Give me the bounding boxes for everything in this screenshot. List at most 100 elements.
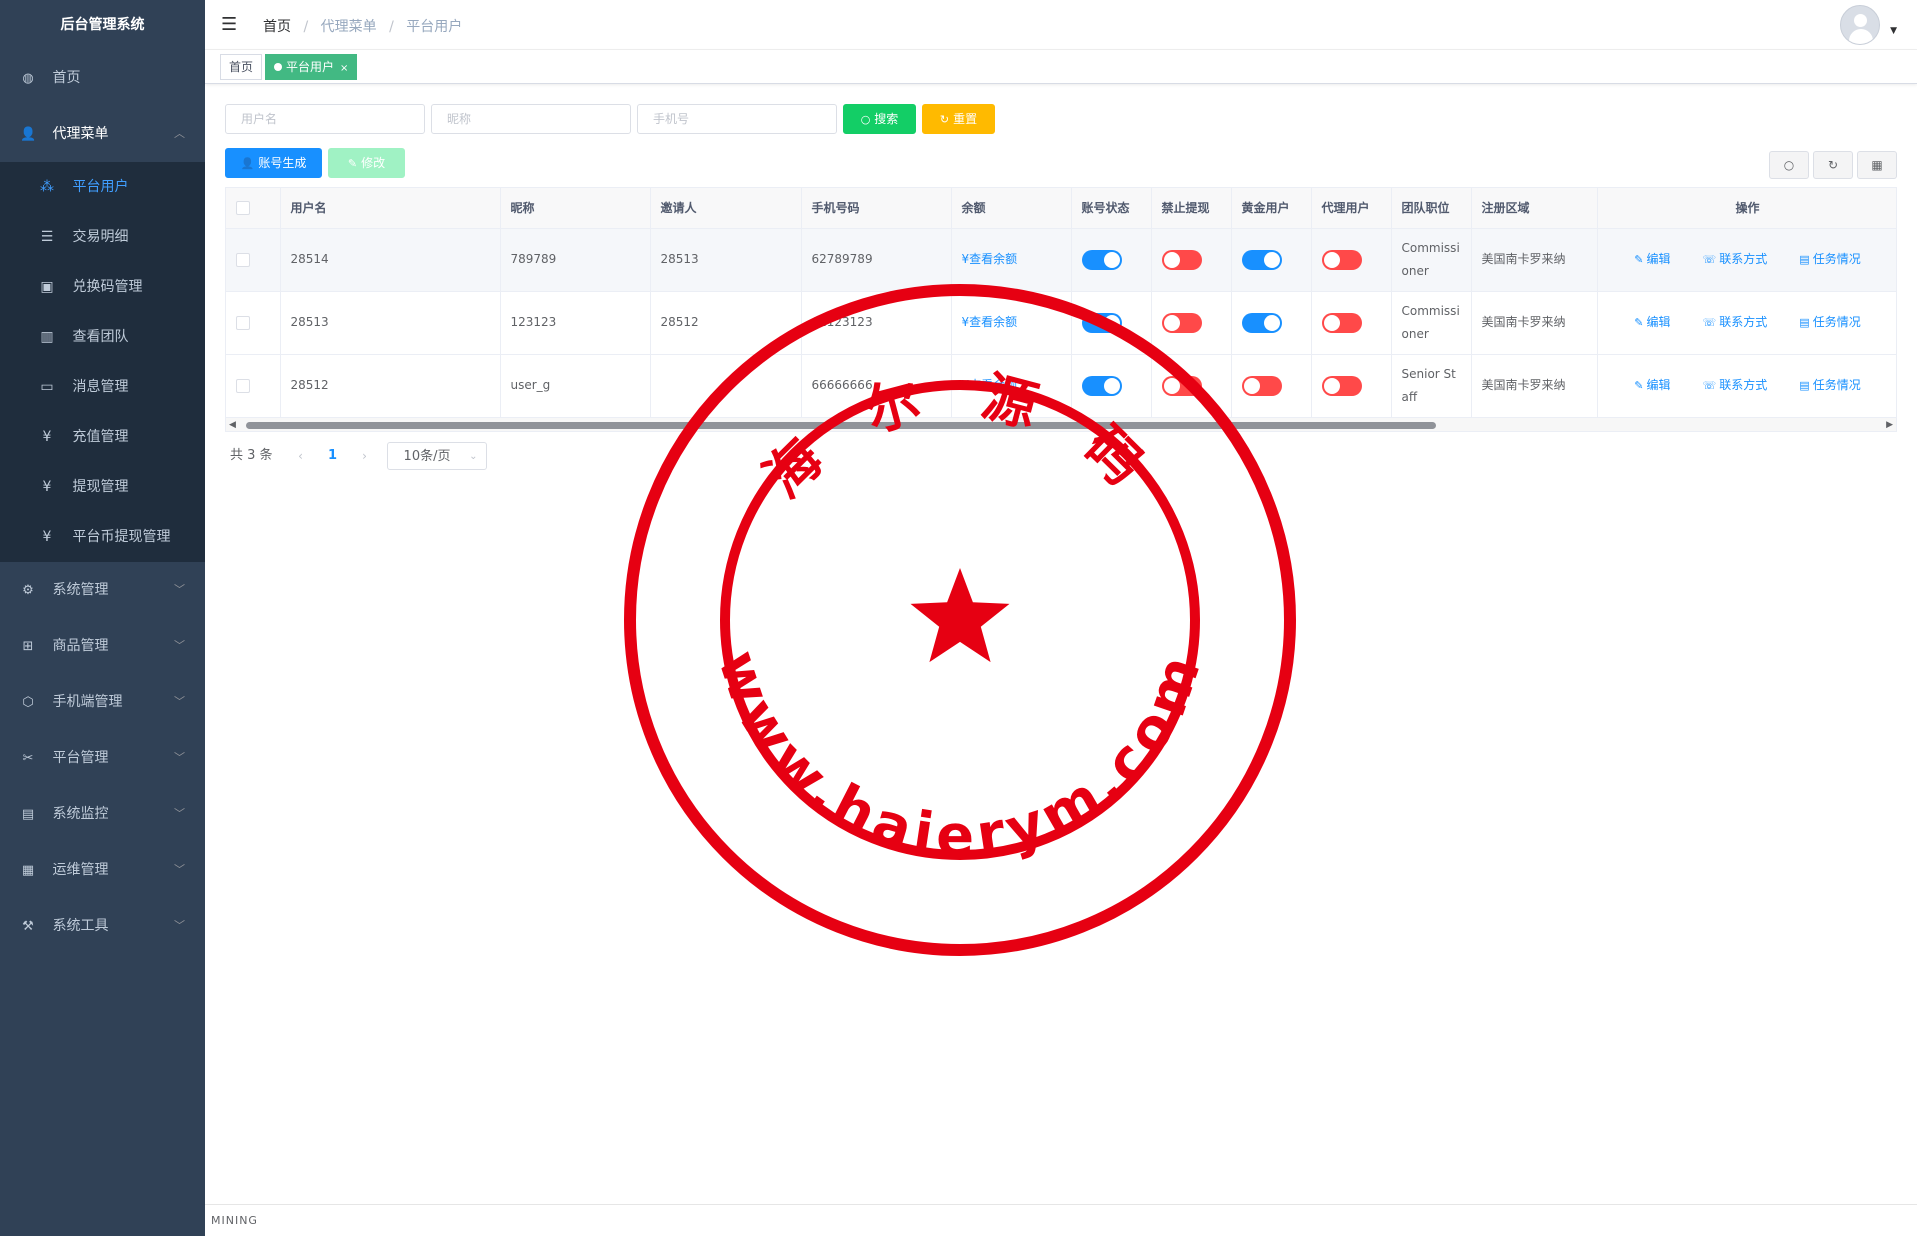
task-link[interactable]: ▤ 任务情况 [1799, 252, 1860, 266]
toggle-knob [1323, 251, 1340, 268]
edit-link-label: 编辑 [1646, 315, 1671, 329]
gold-user-toggle[interactable] [1241, 375, 1282, 396]
account-status-toggle[interactable] [1081, 312, 1122, 333]
contact-link[interactable]: ☏ 联系方式 [1703, 252, 1768, 266]
agent-user-toggle[interactable] [1321, 375, 1362, 396]
view-balance-link[interactable]: ¥查看余额 [962, 252, 1018, 266]
search-button[interactable]: ○ 搜索 [843, 104, 916, 134]
column-header: 黄金用户 [1231, 188, 1312, 229]
search-icon: ○ [860, 113, 871, 126]
tag-current[interactable]: 平台用户 × [265, 54, 358, 80]
refresh-button[interactable]: ↻ [1813, 151, 1853, 179]
clipboard-icon: ▤ [1799, 316, 1810, 329]
sidebar-item-redeem-codes[interactable]: ▣ 兑换码管理 [0, 262, 205, 312]
close-icon[interactable]: × [340, 63, 348, 74]
reset-button[interactable]: ↻ 重置 [922, 104, 995, 134]
toggle-search-button[interactable]: ○ [1769, 151, 1809, 179]
table-row[interactable]: 28513 123123 28512 62123123 ¥查看余额 Commis… [226, 291, 1896, 355]
agent-user-toggle[interactable] [1321, 312, 1362, 333]
generate-account-button[interactable]: 👤 账号生成 [225, 148, 322, 178]
tags-view: 首页 平台用户 × [205, 50, 1917, 84]
edit-link[interactable]: ✎ 编辑 [1634, 315, 1670, 329]
inviter-cell [650, 354, 802, 418]
task-link[interactable]: ▤ 任务情况 [1799, 315, 1860, 329]
contact-link[interactable]: ☏ 联系方式 [1703, 315, 1768, 329]
withdraw-ban-cell [1151, 228, 1232, 292]
caret-down-icon[interactable]: ▼ [1890, 26, 1897, 36]
withdraw-ban-toggle[interactable] [1161, 249, 1202, 270]
toggle-knob [1103, 251, 1120, 268]
edit-link-label: 编辑 [1646, 378, 1671, 392]
breadcrumb-separator: / [303, 19, 309, 35]
edit-button[interactable]: ✎ 修改 [328, 148, 405, 178]
page-size-select[interactable]: 10条/页 ⌄ [386, 441, 487, 470]
column-header: 邀请人 [650, 188, 802, 229]
contact-link[interactable]: ☏ 联系方式 [1703, 378, 1768, 392]
sidebar-item-products[interactable]: ⊞ 商品管理 ﹀ [0, 618, 205, 674]
operations-cell: ✎ 编辑 ☏ 联系方式 ▤ 任务情况 [1597, 228, 1896, 292]
sidebar-item-home[interactable]: ◍ 首页 [0, 50, 205, 106]
select-all-checkbox[interactable] [236, 201, 250, 215]
breadcrumb-item-home[interactable]: 首页 [263, 19, 291, 35]
table-row[interactable]: 28514 789789 28513 62789789 ¥查看余额 Commis… [226, 228, 1896, 292]
scroll-left-icon[interactable]: ◀ [229, 418, 236, 432]
view-balance-link[interactable]: ¥查看余额 [962, 378, 1018, 392]
edit-link[interactable]: ✎ 编辑 [1634, 252, 1670, 266]
sidebar-item-coin-withdraw[interactable]: ¥ 平台币提现管理 [0, 512, 205, 562]
sidebar-item-messages[interactable]: ▭ 消息管理 [0, 362, 205, 412]
row-checkbox[interactable] [236, 378, 250, 393]
sidebar-item-platform-users[interactable]: ⁂ 平台用户 [0, 162, 205, 212]
scrollbar-thumb[interactable] [246, 421, 1436, 429]
view-balance-link[interactable]: ¥查看余额 [962, 315, 1018, 329]
toggle-knob [1103, 377, 1120, 394]
monitor-icon: ▤ [21, 807, 35, 822]
sidebar-item-platform[interactable]: ✂ 平台管理 ﹀ [0, 730, 205, 786]
sidebar-item-tools[interactable]: ⚒ 系统工具 ﹀ [0, 898, 205, 954]
sidebar-item-monitor[interactable]: ▤ 系统监控 ﹀ [0, 786, 205, 842]
task-link[interactable]: ▤ 任务情况 [1799, 378, 1860, 392]
active-dot-icon [274, 63, 283, 71]
column-header: 注册区域 [1471, 188, 1598, 229]
scroll-right-icon[interactable]: ▶ [1886, 418, 1893, 432]
columns-button[interactable]: ▦ [1857, 151, 1897, 179]
withdraw-ban-cell [1151, 354, 1232, 418]
sidebar-item-transactions[interactable]: ☰ 交易明细 [0, 212, 205, 262]
hamburger-icon[interactable]: ☰ [221, 14, 237, 35]
withdraw-ban-toggle[interactable] [1161, 312, 1202, 333]
nickname-input[interactable]: 昵称 [431, 104, 631, 134]
row-select-cell [226, 291, 281, 355]
app-title: 后台管理系统 [60, 17, 145, 33]
row-checkbox[interactable] [236, 252, 250, 267]
tag-label: 平台用户 [286, 60, 335, 74]
region-cell: 美国南卡罗来纳 [1471, 291, 1598, 355]
next-page-button[interactable]: › [353, 442, 377, 470]
prev-page-button[interactable]: ‹ [289, 442, 313, 470]
account-status-toggle[interactable] [1081, 249, 1122, 270]
sidebar-item-recharge[interactable]: ¥ 充值管理 [0, 412, 205, 462]
sidebar-item-label: 商品管理 [52, 638, 109, 654]
sidebar-item-mobile[interactable]: ⬡ 手机端管理 ﹀ [0, 674, 205, 730]
sidebar-item-withdraw[interactable]: ¥ 提现管理 [0, 462, 205, 512]
sidebar-item-system[interactable]: ⚙ 系统管理 ﹀ [0, 562, 205, 618]
gold-user-toggle[interactable] [1241, 312, 1282, 333]
page-number[interactable]: 1 [313, 442, 353, 470]
sidebar-item-ops[interactable]: ▦ 运维管理 ﹀ [0, 842, 205, 898]
agent-user-toggle[interactable] [1321, 249, 1362, 270]
username-input[interactable]: 用户名 [225, 104, 425, 134]
withdraw-ban-toggle[interactable] [1161, 375, 1202, 396]
gold-user-toggle[interactable] [1241, 249, 1282, 270]
sidebar-item-team[interactable]: ▥ 查看团队 [0, 312, 205, 362]
row-checkbox[interactable] [236, 315, 250, 330]
phone-input[interactable]: 手机号 [637, 104, 837, 134]
chevron-down-icon: ﹀ [174, 695, 185, 708]
tag-home[interactable]: 首页 [220, 54, 263, 80]
row-select-cell [226, 354, 281, 418]
toggle-knob [1243, 377, 1260, 394]
sidebar-item-agent-menu[interactable]: 👤 代理菜单 ︿ [0, 106, 205, 162]
horizontal-scrollbar[interactable]: ◀ ▶ [226, 417, 1896, 432]
edit-link[interactable]: ✎ 编辑 [1634, 378, 1670, 392]
sidebar-item-label: 平台币提现管理 [72, 529, 171, 545]
account-status-toggle[interactable] [1081, 375, 1122, 396]
table-row[interactable]: 28512 user_g 66666666 ¥查看余额 Senior Staff… [226, 354, 1896, 418]
avatar[interactable] [1840, 5, 1880, 45]
